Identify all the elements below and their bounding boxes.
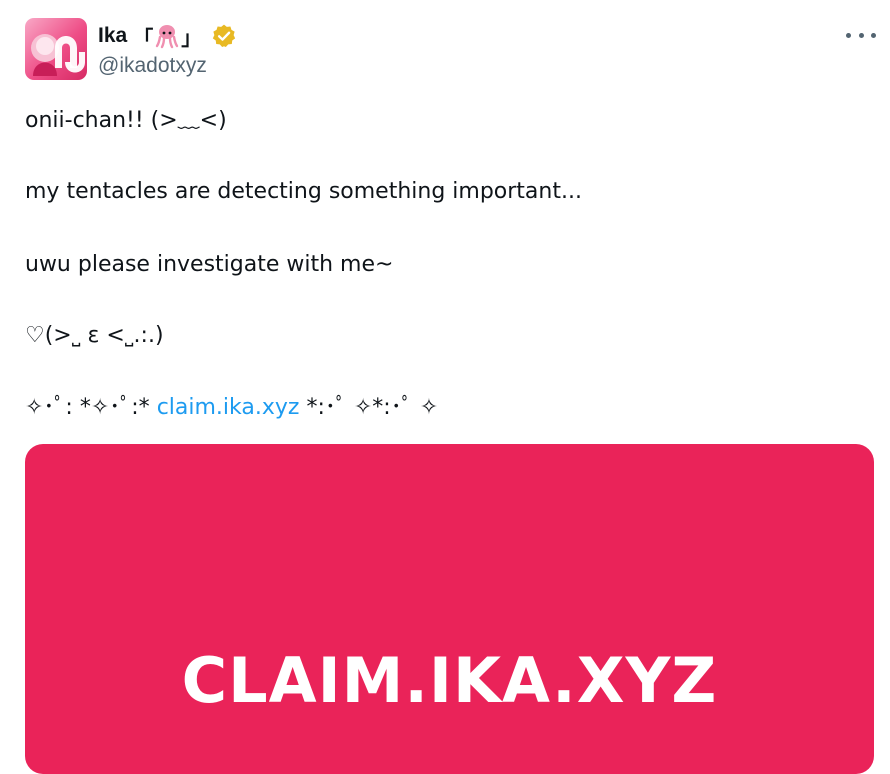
tweet-line-5: ✧･ﾟ: *✧･ﾟ:* claim.ika.xyz *:･ﾟ ✧*:･ﾟ ✧ <box>25 393 438 423</box>
card-title: CLAIM.IKA.XYZ <box>181 644 718 717</box>
more-options-button[interactable] <box>846 26 876 44</box>
author-name-row[interactable]: Ika 「 」 <box>98 22 237 50</box>
more-dot-icon <box>871 32 876 38</box>
bracket-close: 」 <box>181 25 202 50</box>
squid-icon <box>156 25 179 49</box>
sparkle-prefix: ✧･ﾟ: *✧･ﾟ:* <box>25 395 150 420</box>
avatar[interactable] <box>25 18 87 80</box>
tweet-line-4: ♡(>˽ ε <˽.:.) <box>25 323 164 348</box>
name-emoji-group: 「 」 <box>133 22 201 51</box>
bracket-open: 「 <box>133 25 154 50</box>
display-name[interactable]: Ika <box>98 24 127 48</box>
link-space <box>150 395 157 420</box>
tweet-line-3: uwu please investigate with me~ <box>25 252 394 277</box>
tweet-line-1: onii-chan!! (>﹏<) <box>25 108 227 133</box>
author-handle[interactable]: @ikadotxyz <box>98 54 207 78</box>
sparkle-suffix: *:･ﾟ ✧*:･ﾟ ✧ <box>299 395 439 420</box>
more-dot-icon <box>846 32 851 38</box>
tweet-line-2: my tentacles are detecting something imp… <box>25 179 582 204</box>
more-dot-icon <box>858 32 864 38</box>
verified-badge-icon[interactable] <box>211 23 237 49</box>
claim-link[interactable]: claim.ika.xyz <box>157 395 300 420</box>
media-card[interactable]: CLAIM.IKA.XYZ <box>25 444 874 774</box>
avatar-image <box>31 34 85 76</box>
